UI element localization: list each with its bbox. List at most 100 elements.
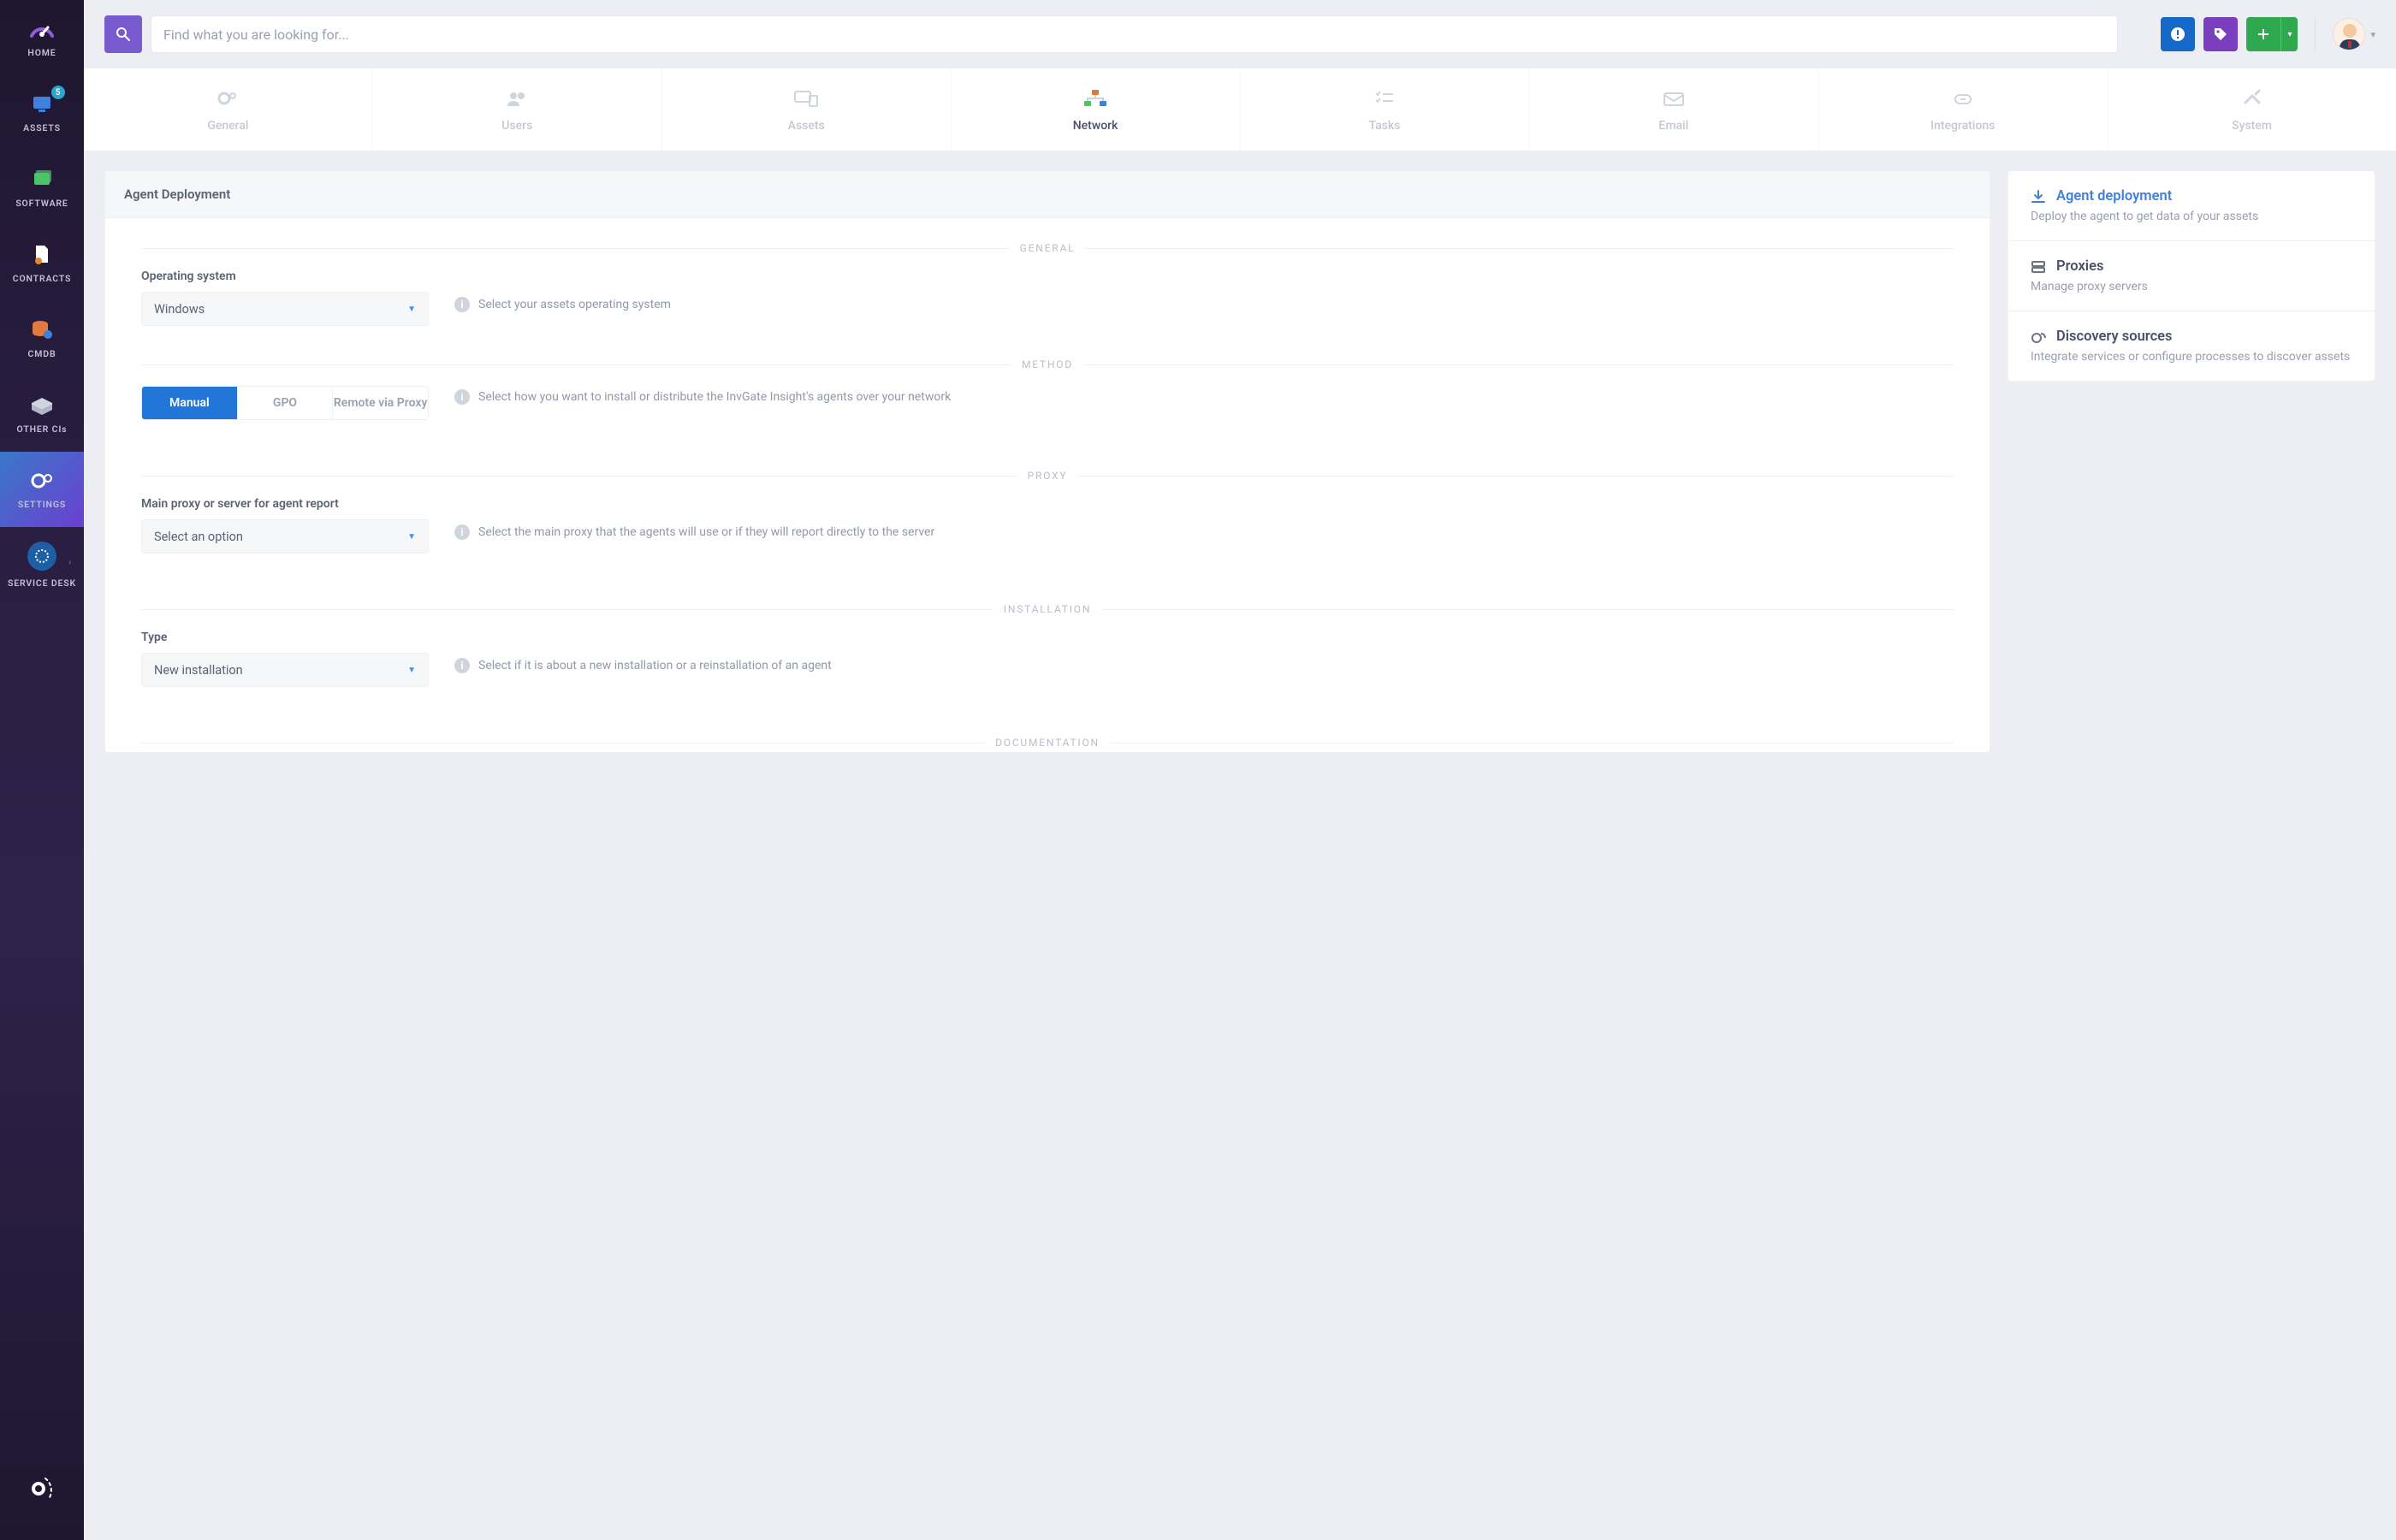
tag-icon	[2213, 27, 2228, 42]
top-bar: Find what you are looking for... ▾	[84, 0, 2396, 68]
service-desk-icon	[27, 542, 56, 571]
network-icon	[1081, 86, 1110, 110]
submenu-proxies[interactable]: Proxies Manage proxy servers	[2008, 241, 2375, 311]
help-text: Select your assets operating system	[478, 297, 671, 314]
search-button[interactable]	[104, 15, 142, 53]
section-heading-general: GENERAL	[105, 218, 1990, 261]
network-submenu: Agent deployment Deploy the agent to get…	[2008, 170, 2375, 382]
method-gpo[interactable]: GPO	[237, 387, 333, 419]
users-icon	[504, 86, 530, 110]
install-type-select[interactable]: New installation ▼	[141, 653, 429, 687]
submenu-agent-deployment[interactable]: Agent deployment Deploy the agent to get…	[2008, 171, 2375, 241]
divider	[2315, 17, 2316, 51]
sidebar-item-label: CMDB	[28, 348, 56, 359]
sidebar-item-assets[interactable]: 5 ASSETS	[0, 75, 84, 151]
section-heading-installation: INSTALLATION	[105, 562, 1990, 622]
settings-tabs: General Users Assets Network Tasks Email…	[84, 68, 2396, 151]
card-title: Proxies	[2056, 258, 2103, 275]
create-dropdown[interactable]: ▾	[2280, 17, 2298, 51]
tab-integrations[interactable]: Integrations	[1818, 68, 2107, 151]
select-value: Windows	[154, 302, 205, 317]
info-icon: i	[454, 297, 470, 312]
checklist-icon	[1373, 86, 1397, 110]
gear-icon	[215, 86, 240, 110]
sidebar-item-home[interactable]: HOME	[0, 0, 84, 75]
proxy-select[interactable]: Select an option ▼	[141, 519, 429, 554]
sidebar-item-label: SOFTWARE	[15, 198, 68, 209]
proxy-label: Main proxy or server for agent report	[141, 497, 429, 511]
search-placeholder: Find what you are looking for...	[163, 27, 349, 43]
gauge-icon	[27, 18, 56, 40]
sidebar-item-contracts[interactable]: CONTRACTS	[0, 226, 84, 301]
install-type-label: Type	[141, 631, 429, 644]
section-heading-documentation: DOCUMENTATION	[105, 696, 1990, 752]
sidebar-item-service-desk[interactable]: › SERVICE DESK	[0, 527, 84, 602]
help-text: Select the main proxy that the agents wi…	[478, 524, 934, 542]
assets-badge: 5	[51, 86, 65, 99]
sidebar-item-label: CONTRACTS	[13, 273, 72, 284]
plus-icon	[2257, 27, 2270, 41]
sidebar-item-label: ASSETS	[23, 122, 61, 133]
os-label: Operating system	[141, 270, 429, 283]
main-sidebar: HOME 5 ASSETS SOFTWARE CONTRACTS CMDB OT…	[0, 0, 84, 1540]
tab-tasks[interactable]: Tasks	[1240, 68, 1529, 151]
alert-icon	[2170, 27, 2185, 42]
tab-label: System	[2232, 119, 2272, 133]
tab-label: Assets	[788, 119, 825, 133]
tab-system[interactable]: System	[2107, 68, 2396, 151]
sidebar-item-label: SETTINGS	[18, 499, 66, 510]
card-desc: Deploy the agent to get data of your ass…	[2031, 210, 2352, 223]
tab-network[interactable]: Network	[951, 68, 1240, 151]
search-icon	[116, 27, 131, 42]
software-icon	[27, 169, 56, 191]
chevron-down-icon: ▼	[407, 305, 416, 314]
select-value: Select an option	[154, 530, 243, 544]
chevron-down-icon: ▼	[407, 532, 416, 542]
sidebar-item-label: SERVICE DESK	[8, 578, 76, 589]
chevron-right-icon: ›	[68, 558, 72, 567]
avatar-icon	[2333, 18, 2365, 50]
panel-title: Agent Deployment	[105, 171, 1990, 218]
create-button[interactable]	[2246, 17, 2280, 51]
form-panel: Agent Deployment GENERAL Operating syste…	[104, 170, 1990, 753]
chevron-down-icon: ▼	[407, 666, 416, 675]
method-remote[interactable]: Remote via Proxy	[332, 387, 428, 419]
server-icon	[2031, 260, 2046, 274]
sidebar-item-other-cis[interactable]: OTHER CIs	[0, 376, 84, 452]
gears-icon	[27, 470, 56, 492]
help-text: Select how you want to install or distri…	[478, 389, 951, 406]
chevron-down-icon: ▾	[2370, 29, 2375, 40]
sidebar-item-label: OTHER CIs	[17, 424, 68, 435]
tab-email[interactable]: Email	[1528, 68, 1818, 151]
os-select[interactable]: Windows ▼	[141, 292, 429, 326]
tab-label: Users	[501, 119, 532, 133]
tab-label: Network	[1073, 119, 1118, 133]
info-icon: i	[454, 389, 470, 405]
tags-button[interactable]	[2203, 17, 2238, 51]
tab-users[interactable]: Users	[372, 68, 661, 151]
tab-label: General	[207, 119, 248, 133]
brand-logo	[0, 1437, 84, 1540]
method-manual[interactable]: Manual	[142, 387, 237, 419]
info-icon: i	[454, 658, 470, 673]
tab-label: Email	[1658, 119, 1688, 133]
tab-label: Tasks	[1368, 119, 1400, 133]
box-icon	[27, 394, 56, 417]
chevron-down-icon: ▾	[2287, 30, 2292, 39]
sidebar-item-settings[interactable]: SETTINGS	[0, 452, 84, 527]
sidebar-item-cmdb[interactable]: CMDB	[0, 301, 84, 376]
user-menu[interactable]: ▾	[2333, 18, 2375, 50]
card-desc: Integrate services or configure processe…	[2031, 350, 2352, 364]
sidebar-item-software[interactable]: SOFTWARE	[0, 151, 84, 226]
mail-icon	[1661, 86, 1687, 110]
tab-general[interactable]: General	[84, 68, 372, 151]
download-icon	[2031, 190, 2046, 204]
info-icon: i	[454, 524, 470, 540]
tab-assets[interactable]: Assets	[661, 68, 951, 151]
radar-icon	[2031, 330, 2046, 344]
submenu-discovery-sources[interactable]: Discovery sources Integrate services or …	[2008, 311, 2375, 381]
card-title: Discovery sources	[2056, 329, 2173, 345]
section-heading-method: METHOD	[105, 335, 1990, 377]
alerts-button[interactable]	[2161, 17, 2195, 51]
search-input[interactable]: Find what you are looking for...	[151, 15, 2118, 53]
